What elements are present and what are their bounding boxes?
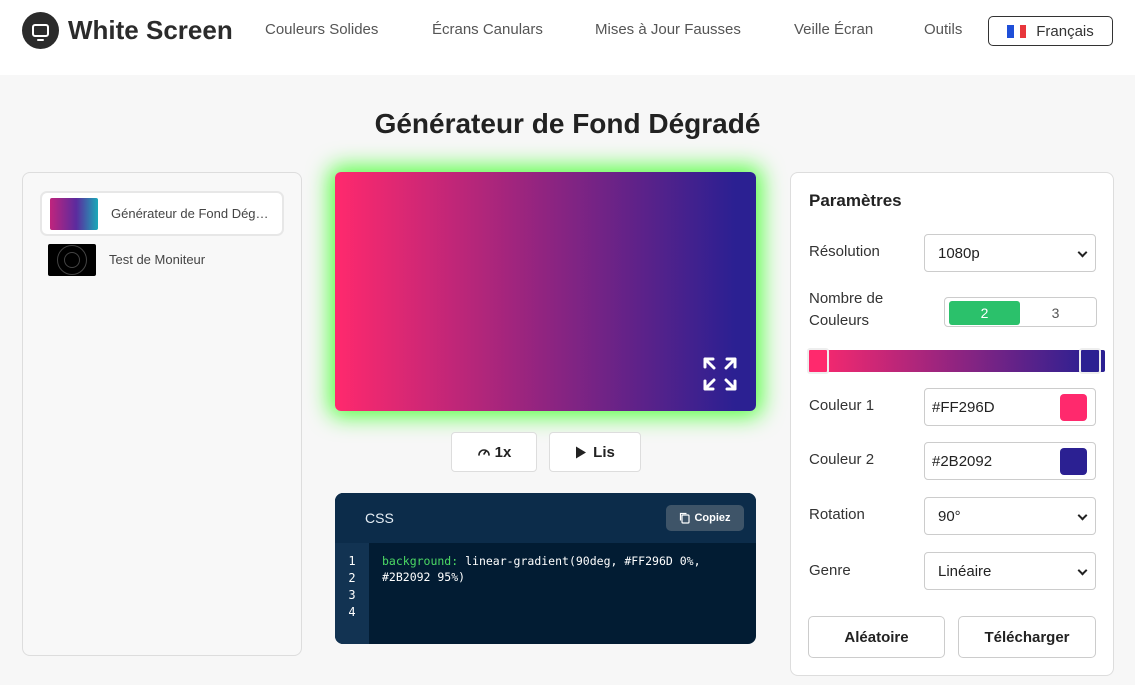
css-label: CSS (365, 510, 394, 526)
color2-value: #2B2092 (932, 452, 993, 470)
color1-label: Couleur 1 (809, 397, 875, 414)
sidebar-item-label: Test de Moniteur (109, 252, 206, 267)
play-icon (576, 446, 587, 458)
gradient-thumbnail (50, 197, 98, 230)
nav-link-solid-colors[interactable]: Couleurs Solides (265, 21, 378, 38)
site-logo[interactable]: White Screen (22, 12, 233, 49)
line-number: 1 (348, 554, 356, 568)
sidebar-item-gradient-generator[interactable]: Générateur de Fond Dégradé (40, 191, 284, 236)
resolution-label: Résolution (809, 243, 880, 260)
css-panel-header: CSS Copiez (335, 493, 756, 543)
nav-link-prank-screens[interactable]: Écrans Canulars (432, 21, 543, 38)
copy-icon (680, 512, 691, 524)
gradient-type-select[interactable]: Linéaire (924, 552, 1096, 590)
css-code-panel: CSS Copiez 1 2 3 4 background: linear-gr… (335, 493, 756, 644)
french-flag-icon (1007, 24, 1027, 38)
nav-link-fake-updates[interactable]: Mises à Jour Fausses (595, 21, 741, 38)
color-stop-handle-1[interactable] (807, 348, 829, 374)
top-navbar: White Screen Couleurs Solides Écrans Can… (0, 0, 1135, 75)
color-count-option-2[interactable]: 2 (949, 301, 1020, 325)
speed-button[interactable]: 1x (451, 432, 537, 472)
css-property: background: (382, 554, 459, 568)
gauge-icon (477, 449, 490, 456)
line-number: 2 (348, 571, 356, 585)
monitor-test-thumbnail (48, 243, 96, 276)
chevron-down-icon (1077, 565, 1088, 576)
gradient-type-label: Genre (809, 562, 851, 579)
random-button[interactable]: Aléatoire (808, 616, 945, 658)
css-code[interactable]: background: linear-gradient(90deg, #FF29… (382, 553, 742, 585)
color-count-option-3[interactable]: 3 (1020, 301, 1091, 325)
copy-css-button[interactable]: Copiez (666, 505, 744, 531)
monitor-logo-icon (22, 12, 59, 49)
rotation-value: 90° (938, 507, 961, 525)
rotation-label: Rotation (809, 506, 865, 523)
settings-panel: Paramètres Résolution 1080p Nombre de Co… (790, 172, 1114, 676)
color2-label: Couleur 2 (809, 451, 875, 468)
fullscreen-icon[interactable] (702, 356, 738, 392)
resolution-select[interactable]: 1080p (924, 234, 1096, 272)
color-count-toggle: 2 3 (944, 297, 1097, 327)
tools-sidebar: Générateur de Fond Dégradé Test de Monit… (22, 172, 302, 656)
color1-input[interactable]: #FF296D (924, 388, 1096, 426)
nav-link-tools[interactable]: Outils (924, 21, 962, 38)
copy-label: Copiez (694, 512, 731, 524)
color2-input[interactable]: #2B2092 (924, 442, 1096, 480)
language-selector[interactable]: Français (988, 16, 1113, 46)
download-button[interactable]: Télécharger (958, 616, 1096, 658)
sidebar-item-monitor-test[interactable]: Test de Moniteur (40, 237, 284, 282)
resolution-value: 1080p (938, 244, 980, 262)
play-button[interactable]: Lis (549, 432, 641, 472)
speed-label: 1x (494, 443, 512, 461)
line-number: 4 (348, 605, 356, 619)
css-value-line2: #2B2092 95%) (382, 570, 466, 584)
color-stop-handle-2[interactable] (1079, 348, 1101, 374)
language-label: Français (1036, 22, 1094, 40)
chevron-down-icon (1077, 247, 1088, 258)
nav-link-screensaver[interactable]: Veille Écran (794, 21, 873, 38)
gradient-preview[interactable] (335, 172, 756, 411)
logo-text: White Screen (68, 15, 233, 45)
settings-title: Paramètres (809, 191, 902, 210)
gradient-stop-bar[interactable] (807, 348, 1105, 374)
page-title: Générateur de Fond Dégradé (374, 108, 761, 139)
line-number-gutter: 1 2 3 4 (335, 543, 369, 644)
color-count-label: Nombre de Couleurs (809, 290, 884, 329)
chevron-down-icon (1077, 510, 1088, 521)
rotation-select[interactable]: 90° (924, 497, 1096, 535)
gradient-type-value: Linéaire (938, 562, 992, 580)
play-label: Lis (593, 443, 615, 461)
color2-swatch[interactable] (1060, 448, 1087, 475)
color1-value: #FF296D (932, 398, 995, 416)
css-value-line1: linear-gradient(90deg, #FF296D 0%, (458, 554, 701, 568)
line-number: 3 (348, 588, 356, 602)
sidebar-item-label: Générateur de Fond Dégradé (111, 206, 271, 221)
color1-swatch[interactable] (1060, 394, 1087, 421)
